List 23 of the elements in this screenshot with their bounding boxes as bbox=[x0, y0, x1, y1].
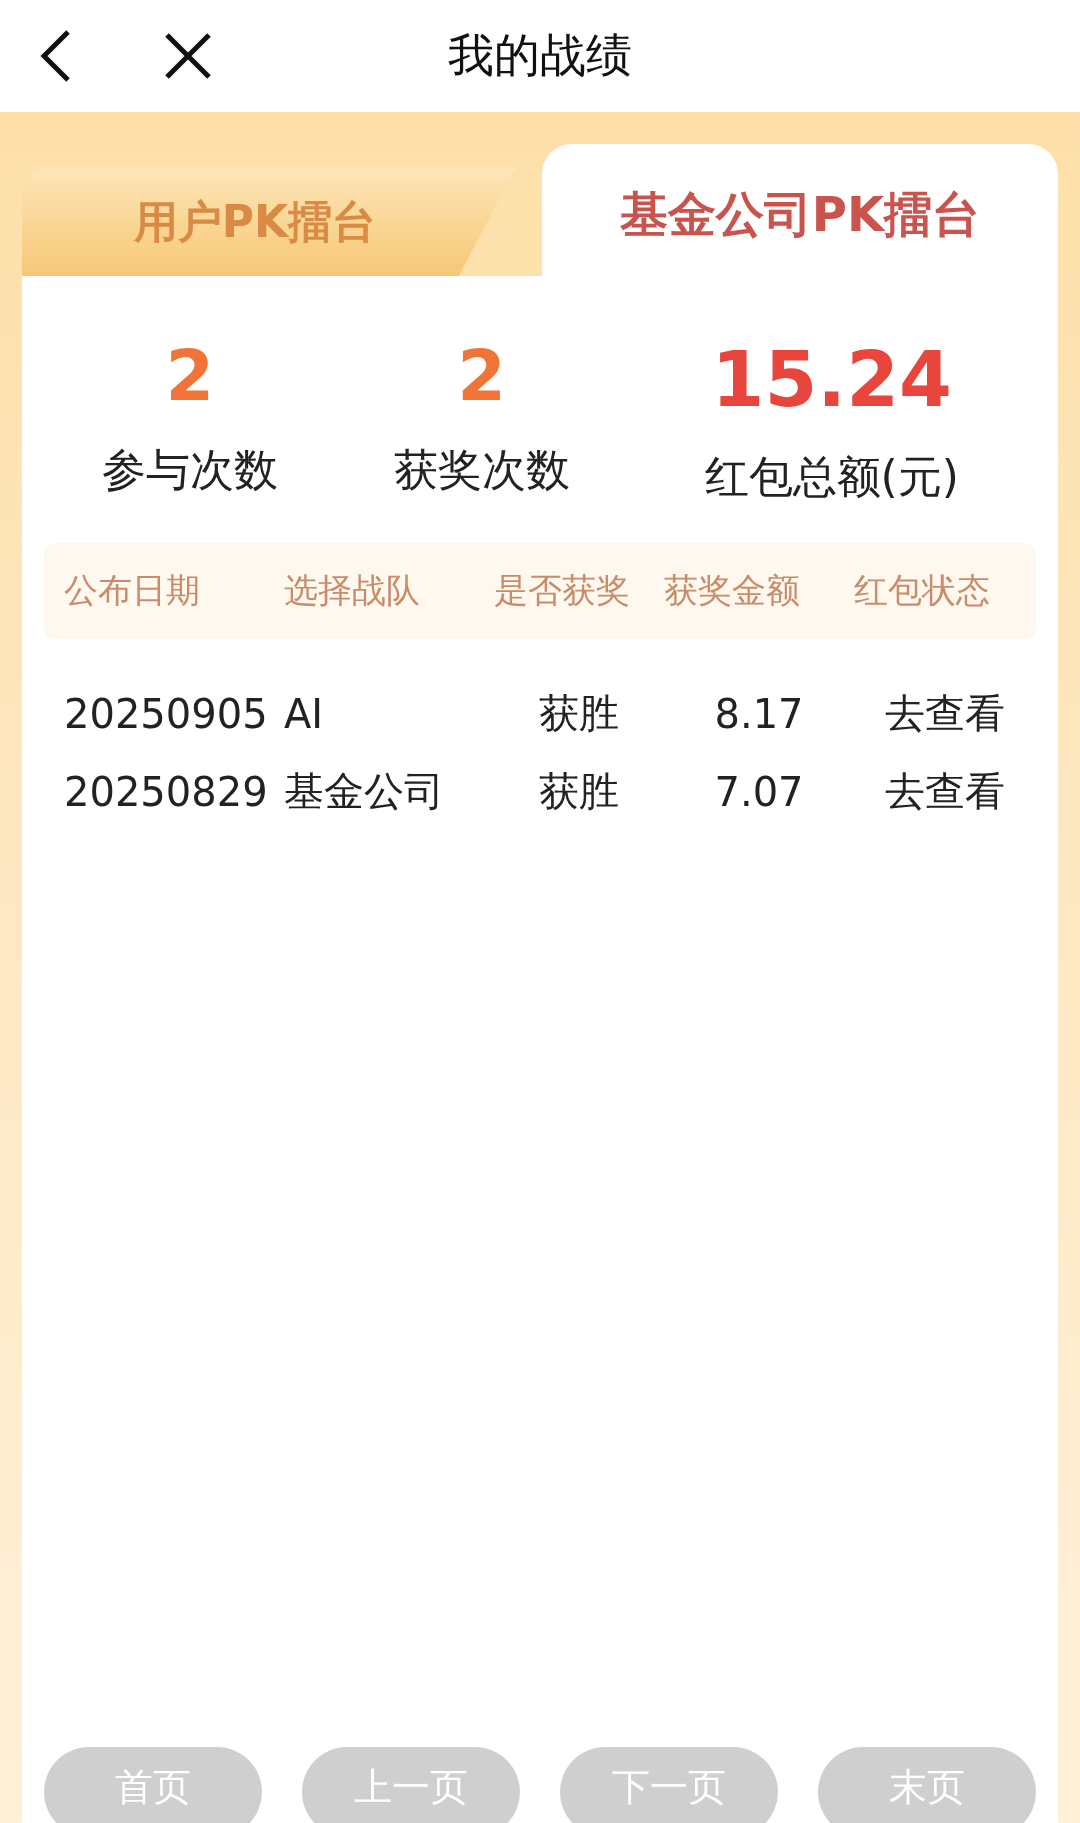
table-cell: AI bbox=[284, 690, 324, 737]
table-cell: 20250905 bbox=[64, 690, 268, 737]
stat-label: 红包总额(元) bbox=[704, 449, 959, 504]
table-cell-text: 获胜 bbox=[539, 689, 619, 739]
table-cell: 8.17 bbox=[714, 690, 804, 737]
table-cell-text: 获胜 bbox=[539, 767, 619, 817]
view-link[interactable]: 去查看 bbox=[885, 764, 1005, 820]
column-header: 是否获奖 bbox=[494, 568, 631, 612]
table-cell-text: 基金公司 bbox=[284, 767, 444, 817]
table-cell: 7.07 bbox=[714, 768, 804, 815]
column-header: 获奖金额 bbox=[664, 568, 801, 612]
stat-value: 2 bbox=[457, 338, 506, 415]
stat-value: 2 bbox=[165, 338, 215, 415]
column-header: 选择战队 bbox=[284, 568, 421, 612]
stat-label: 参与次数 bbox=[101, 443, 278, 497]
tab[interactable]: 基金公司PK擂台 bbox=[542, 144, 1058, 276]
stat-label: 获奖次数 bbox=[393, 443, 570, 497]
table-cell: 20250829 bbox=[64, 768, 268, 815]
page-title: 我的战绩 bbox=[448, 28, 632, 82]
stat-value: 15.24 bbox=[711, 338, 952, 422]
column-header: 红包状态 bbox=[854, 568, 991, 612]
view-link[interactable]: 去查看 bbox=[885, 686, 1005, 742]
column-header: 公布日期 bbox=[64, 568, 201, 612]
